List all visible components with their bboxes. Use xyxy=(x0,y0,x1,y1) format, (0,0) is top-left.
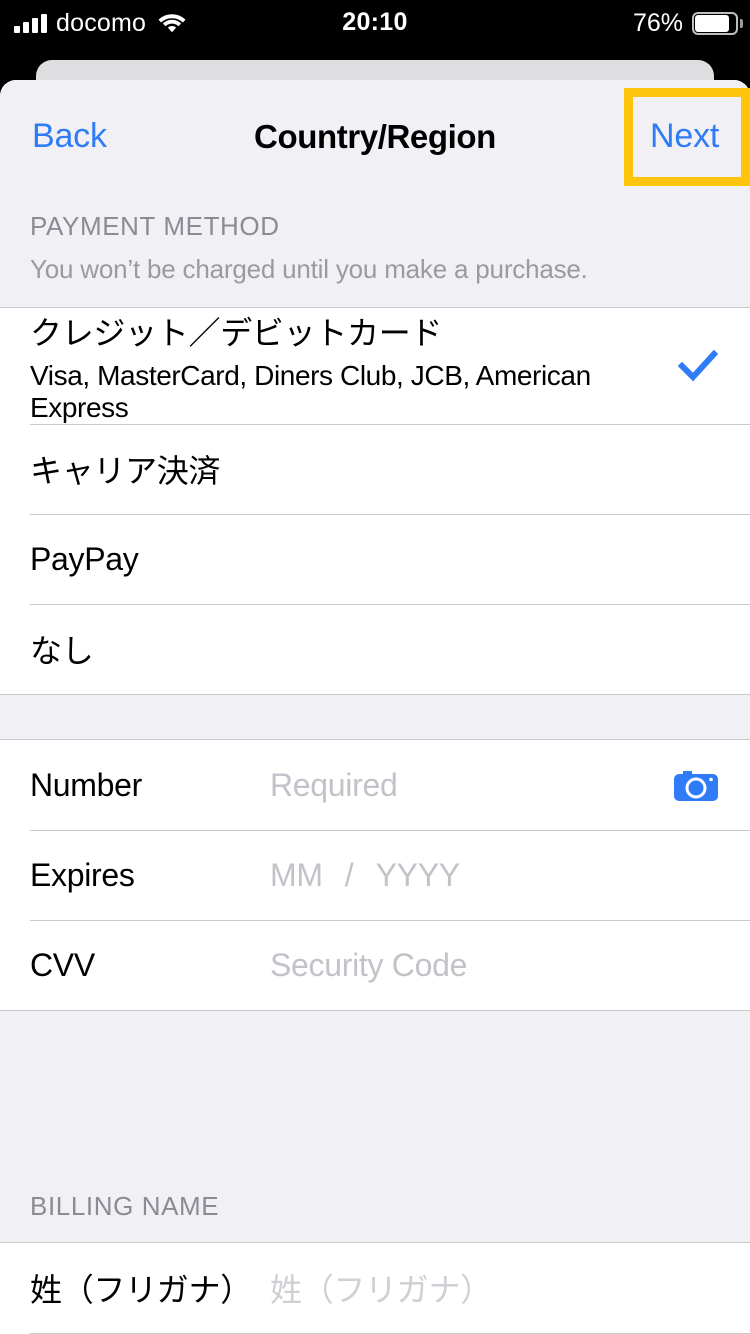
billing-name-header-label: BILLING NAME xyxy=(30,1191,220,1221)
status-bar-right: 76% xyxy=(632,8,743,38)
card-cvv-label: CVV xyxy=(30,946,95,983)
card-number-label: Number xyxy=(30,766,143,803)
billing-last-name-input[interactable]: 姓（フリガナ） xyxy=(270,1265,492,1311)
payment-method-section-header: PAYMENT METHOD You won’t be charged unti… xyxy=(0,193,750,307)
card-number-input[interactable]: Required xyxy=(270,767,398,804)
card-expires-row[interactable]: Expires MM / YYYY xyxy=(0,830,750,920)
billing-section-gap xyxy=(0,1011,750,1191)
payment-option-title: クレジット／デビットカード xyxy=(30,315,443,351)
battery-percent-label: 76% xyxy=(632,8,683,37)
section-gap xyxy=(0,695,750,739)
payment-option-carrier-billing[interactable]: キャリア決済 xyxy=(0,424,750,514)
next-button[interactable]: Next xyxy=(650,117,719,156)
card-expires-year-input[interactable]: YYYY xyxy=(376,857,460,894)
status-bar: docomo 20:10 76% xyxy=(0,0,750,60)
modal-sheet: Back Country/Region Next PAYMENT METHOD … xyxy=(0,80,750,1334)
payment-method-subtitle: You won’t be charged until you make a pu… xyxy=(30,254,588,284)
billing-last-name-row[interactable]: 姓（フリガナ） 姓（フリガナ） xyxy=(0,1243,750,1333)
billing-name-list: 姓（フリガナ） 姓（フリガナ） 名（フリガナ） 名（フリガナ） xyxy=(0,1242,750,1334)
camera-icon[interactable] xyxy=(672,765,720,805)
card-cvv-row[interactable]: CVV Security Code xyxy=(0,920,750,1010)
payment-method-header-label: PAYMENT METHOD xyxy=(30,211,280,241)
card-number-row[interactable]: Number Required xyxy=(0,740,750,830)
payment-option-subtitle: Visa, MasterCard, Diners Club, JCB, Amer… xyxy=(30,360,591,423)
payment-option-none[interactable]: なし xyxy=(0,604,750,694)
battery-icon xyxy=(692,11,743,35)
card-details-list: Number Required Expires MM / YYYY CVV Se… xyxy=(0,739,750,1011)
billing-last-name-label: 姓（フリガナ） xyxy=(30,1272,252,1308)
payment-option-text: キャリア決済 xyxy=(30,446,720,492)
card-expires-label: Expires xyxy=(30,856,135,893)
phone-screen: docomo 20:10 76% Back Country/Region Nex… xyxy=(0,0,750,1334)
payment-option-text: クレジット／デビットカード Visa, MasterCard, Diners C… xyxy=(30,308,666,424)
card-expires-month-input[interactable]: MM xyxy=(270,857,323,894)
payment-option-paypay[interactable]: PayPay xyxy=(0,514,750,604)
page-title: Country/Region xyxy=(254,117,496,155)
payment-option-title: キャリア決済 xyxy=(30,453,221,489)
payment-option-title: PayPay xyxy=(30,540,139,577)
checkmark-icon xyxy=(676,344,720,388)
payment-option-text: PayPay xyxy=(30,541,720,578)
card-expires-separator: / xyxy=(344,856,354,893)
payment-option-title: なし xyxy=(30,633,94,669)
payment-option-text: なし xyxy=(30,626,720,672)
navigation-bar: Back Country/Region Next xyxy=(0,80,750,193)
payment-option-credit-card[interactable]: クレジット／デビットカード Visa, MasterCard, Diners C… xyxy=(0,308,750,424)
card-cvv-input[interactable]: Security Code xyxy=(270,947,467,984)
billing-name-section-header: BILLING NAME xyxy=(0,1191,750,1242)
payment-method-list: クレジット／デビットカード Visa, MasterCard, Diners C… xyxy=(0,307,750,695)
card-expires-inputs: MM / YYYY xyxy=(270,857,460,894)
